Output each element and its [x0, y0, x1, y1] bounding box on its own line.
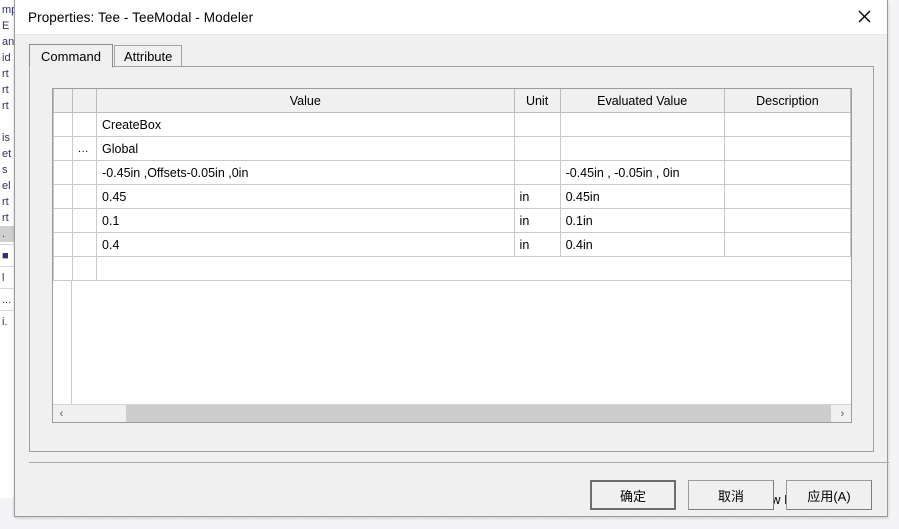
row-ellipsis-button[interactable]: [72, 232, 98, 257]
cell-description[interactable]: [723, 136, 852, 161]
cancel-button[interactable]: 取消: [688, 480, 774, 510]
row-marker[interactable]: [52, 232, 74, 257]
grid-rowheader-divider: [71, 281, 72, 404]
table-row-spacer: [52, 256, 851, 281]
apply-button[interactable]: 应用(A): [786, 480, 872, 510]
cell-value[interactable]: 0.4: [96, 232, 515, 257]
scroll-right-arrow-icon[interactable]: ›: [834, 405, 851, 422]
command-tab-panel: Value Unit Evaluated Value Description C…: [29, 66, 874, 507]
table-header-row: Value Unit Evaluated Value Description: [52, 89, 852, 113]
table-row[interactable]: -0.45in ,Offsets-0.05in ,0in -0.45in , -…: [52, 160, 852, 185]
cell-value[interactable]: -0.45in ,Offsets-0.05in ,0in: [96, 160, 515, 185]
cell-evaluated[interactable]: 0.4in: [559, 232, 725, 257]
cell-evaluated[interactable]: 0.1in: [559, 208, 725, 233]
value-spacer: [96, 256, 515, 281]
table-row[interactable]: 0.45 in 0.45in: [52, 184, 852, 209]
row-ellipsis-button[interactable]: [72, 160, 98, 185]
description-spacer: [724, 256, 851, 281]
footer-separator: [29, 462, 889, 463]
ellipsis-spacer: [72, 256, 98, 281]
row-marker[interactable]: [52, 160, 74, 185]
dialog-title-bar: Properties: Tee - TeeModal - Modeler: [15, 0, 887, 35]
cell-unit[interactable]: [513, 112, 561, 137]
grid-horizontal-scrollbar[interactable]: ‹ ›: [53, 404, 851, 422]
cell-value[interactable]: 0.1: [96, 208, 515, 233]
row-marker[interactable]: [52, 112, 74, 137]
ok-button[interactable]: 确定: [590, 480, 676, 510]
cell-value[interactable]: 0.45: [96, 184, 515, 209]
row-ellipsis-button[interactable]: [72, 208, 98, 233]
table-row[interactable]: 0.4 in 0.4in: [52, 232, 852, 257]
tab-attribute[interactable]: Attribute: [113, 45, 183, 67]
cell-description[interactable]: [723, 160, 852, 185]
column-header-value[interactable]: Value: [96, 89, 515, 113]
cell-evaluated[interactable]: -0.45in , -0.05in , 0in: [559, 160, 725, 185]
cell-evaluated[interactable]: [559, 136, 725, 161]
cell-description[interactable]: [723, 208, 852, 233]
row-ellipsis-button[interactable]: ...: [72, 136, 98, 161]
cell-evaluated[interactable]: 0.45in: [559, 184, 725, 209]
grid-empty-area[interactable]: [53, 281, 851, 404]
properties-table: Value Unit Evaluated Value Description C…: [52, 89, 852, 281]
properties-dialog: Properties: Tee - TeeModal - Modeler Com…: [14, 0, 889, 517]
dialog-title: Properties: Tee - TeeModal - Modeler: [28, 9, 254, 25]
row-ellipsis-button[interactable]: [72, 112, 98, 137]
row-marker[interactable]: [52, 136, 74, 161]
cell-evaluated[interactable]: [559, 112, 725, 137]
row-marker[interactable]: [52, 184, 74, 209]
column-header-rowmarker[interactable]: [52, 89, 74, 113]
table-body: CreateBox ... Global -0.45in ,Offsets-0.…: [52, 112, 852, 281]
column-header-evaluated-value[interactable]: Evaluated Value: [559, 89, 725, 113]
tab-strip: Command Attribute: [29, 44, 887, 68]
tab-command[interactable]: Command: [29, 44, 113, 68]
table-row[interactable]: ... Global: [52, 136, 852, 161]
cell-value[interactable]: CreateBox: [96, 112, 515, 137]
unit-spacer: [514, 256, 561, 281]
cell-unit[interactable]: in: [513, 208, 561, 233]
cell-value[interactable]: Global: [96, 136, 515, 161]
close-icon[interactable]: [842, 0, 887, 33]
cell-description[interactable]: [723, 184, 852, 209]
scrollbar-thumb[interactable]: [126, 405, 831, 422]
cell-description[interactable]: [723, 232, 852, 257]
row-marker[interactable]: [52, 208, 74, 233]
row-ellipsis-button[interactable]: [72, 184, 98, 209]
table-row[interactable]: CreateBox: [52, 112, 852, 137]
column-header-unit[interactable]: Unit: [513, 89, 561, 113]
row-marker-spacer: [52, 256, 74, 281]
table-row[interactable]: 0.1 in 0.1in: [52, 208, 852, 233]
cell-unit[interactable]: [513, 136, 561, 161]
cell-unit[interactable]: [513, 160, 561, 185]
column-header-ellipsis[interactable]: [72, 89, 98, 113]
evaluated-spacer: [560, 256, 725, 281]
scroll-left-arrow-icon[interactable]: ‹: [53, 405, 70, 422]
cell-unit[interactable]: in: [513, 184, 561, 209]
cell-unit[interactable]: in: [513, 232, 561, 257]
dialog-button-row: 确定 取消 应用(A): [590, 480, 872, 510]
properties-grid: Value Unit Evaluated Value Description C…: [52, 88, 852, 423]
column-header-description[interactable]: Description: [723, 89, 852, 113]
scrollbar-track[interactable]: [70, 405, 834, 422]
cell-description[interactable]: [723, 112, 852, 137]
